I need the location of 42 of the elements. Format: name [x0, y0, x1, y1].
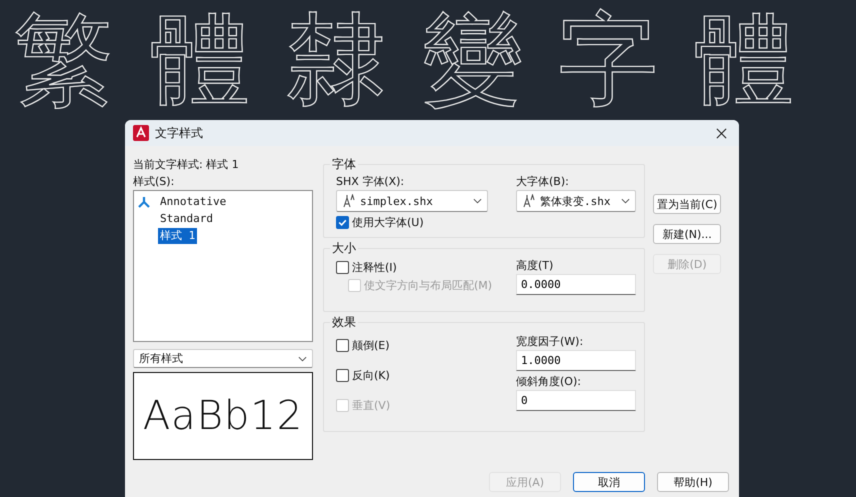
chevron-icon — [473, 198, 482, 204]
effect-checkbox[interactable]: 反向(K) — [336, 368, 496, 383]
style-item[interactable]: Standard — [138, 210, 215, 227]
side-button[interactable]: 置为当前(C) — [653, 194, 722, 214]
group-title: 大小 — [331, 240, 357, 257]
big-font-dropdown[interactable]: 繁体隶变.shx — [516, 190, 636, 212]
preview-text: AaBb12 — [142, 393, 304, 439]
close-icon[interactable] — [716, 128, 727, 138]
styles-label: 样式(S): — [133, 174, 176, 190]
dialog-button[interactable]: 帮助(H) — [657, 472, 729, 492]
effect-field-label: 宽度因子(W): — [516, 334, 584, 350]
checkbox[interactable] — [336, 216, 349, 229]
style-item[interactable]: Annotative — [138, 193, 228, 210]
checkbox[interactable] — [336, 261, 349, 274]
font-icon — [342, 194, 356, 208]
font-icon — [522, 194, 536, 208]
app-logo-icon — [133, 125, 149, 141]
chevron-icon — [621, 198, 630, 204]
checkbox[interactable] — [336, 339, 349, 352]
current-style-label: 当前文字样式: 样式 1 — [133, 157, 240, 173]
group-title: 效果 — [331, 314, 357, 331]
shx-font-label: SHX 字体(X): — [336, 174, 406, 190]
effect-field[interactable]: 1.0000 — [516, 350, 636, 371]
chevron-icon — [298, 356, 307, 362]
size-option-checkbox[interactable]: 注释性(I) — [336, 260, 496, 275]
height-field[interactable]: 0.0000 — [516, 274, 636, 295]
styles-list[interactable]: Annotative Standard 样式 1 — [133, 190, 313, 342]
dialog-button[interactable]: 取消 — [573, 472, 645, 492]
annotative-icon — [138, 196, 150, 208]
effect-field-label: 倾斜角度(O): — [516, 374, 582, 390]
shx-font-dropdown[interactable]: simplex.shx — [336, 190, 488, 212]
group-title: 字体 — [331, 156, 357, 173]
use-big-font-checkbox[interactable]: 使用大字体(U) — [336, 215, 636, 230]
big-font-label: 大字体(B): — [516, 174, 570, 190]
style-filter-dropdown[interactable]: 所有样式 — [133, 349, 313, 368]
window-title: 文字样式 — [155, 124, 204, 142]
outlined-chinese-text: 繁體隸變字體 — [13, 0, 831, 120]
effect-field[interactable]: 0 — [516, 390, 636, 411]
side-button[interactable]: 新建(N)... — [653, 224, 722, 244]
checkbox[interactable] — [336, 369, 349, 382]
effect-checkbox[interactable]: 颠倒(E) — [336, 338, 496, 353]
height-label: 高度(T) — [516, 258, 554, 274]
